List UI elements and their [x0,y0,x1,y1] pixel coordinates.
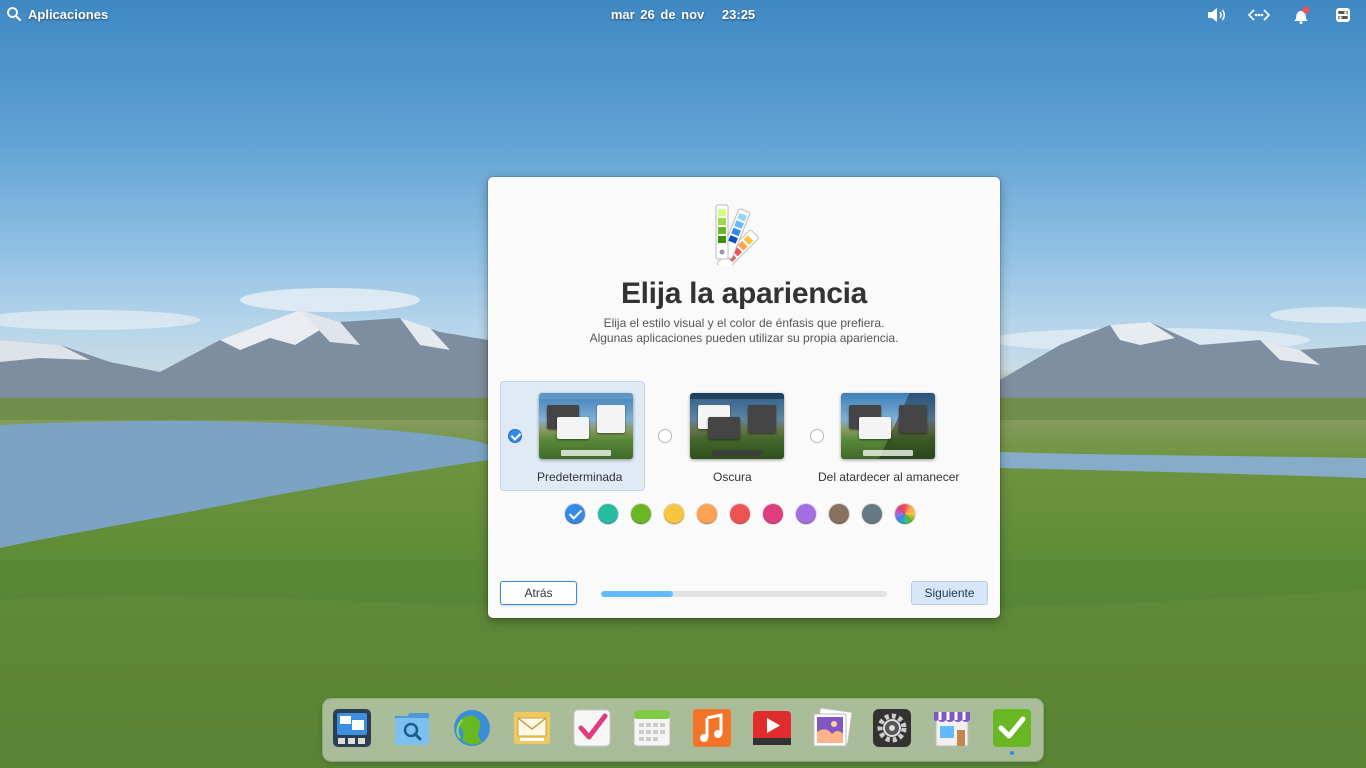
accent-color-0[interactable] [565,504,585,524]
accent-color-8[interactable] [829,504,849,524]
onboarding-progress-bar [601,591,887,597]
onboarding-icon[interactable] [992,708,1032,755]
files-icon[interactable] [392,708,432,748]
accent-color-3[interactable] [664,504,684,524]
web-browser-icon[interactable] [452,708,492,748]
session-icon[interactable] [1332,6,1354,24]
style-label-dark: Oscura [713,470,752,484]
volume-icon[interactable] [1206,6,1228,24]
accent-color-7[interactable] [796,504,816,524]
accent-color-10[interactable] [895,504,915,524]
color-palette-icon [712,201,776,272]
videos-icon[interactable] [752,708,792,748]
style-preview-default [539,393,633,459]
style-preview-dark [690,393,784,459]
datetime-indicator[interactable]: mar 26 de nov 23:25 [0,7,1366,22]
subtitle-line-1: Elija el estilo visual y el color de énf… [603,316,885,330]
accent-color-picker [565,504,915,524]
calendar-icon[interactable] [632,708,672,748]
style-preview-schedule [841,393,935,459]
accent-color-5[interactable] [730,504,750,524]
style-radio-schedule[interactable] [810,429,824,443]
back-button[interactable]: Atrás [500,581,577,605]
style-options: Predeterminada Oscura Del atardecer al a… [500,381,990,493]
accent-color-4[interactable] [697,504,717,524]
photos-icon[interactable] [812,708,852,748]
style-label-default: Predeterminada [537,470,623,484]
tasks-icon[interactable] [572,708,612,748]
style-label-schedule: Del atardecer al amanecer [818,470,960,484]
style-option-dark[interactable]: Oscura [652,381,792,491]
date-text: mar 26 de nov [610,7,705,22]
subtitle-line-2: Algunas aplicaciones pueden utilizar su … [589,331,899,345]
dock [323,699,1043,761]
accent-color-2[interactable] [631,504,651,524]
dialog-title: Elija la apariencia [620,277,868,310]
style-option-schedule[interactable]: Del atardecer al amanecer [800,381,990,491]
panel-indicators [1206,6,1354,24]
music-icon[interactable] [692,708,732,748]
progress-fill [601,591,673,597]
accent-color-9[interactable] [862,504,882,524]
multitasking-view-icon[interactable] [332,708,372,748]
mail-icon[interactable] [512,708,552,748]
appearance-dialog: Elija la apariencia Elija el estilo visu… [488,177,1000,618]
style-radio-default[interactable] [508,429,522,443]
appcenter-icon[interactable] [932,708,972,748]
notifications-icon[interactable] [1290,6,1312,24]
network-icon[interactable] [1248,6,1270,24]
dialog-subtitle: Elija el estilo visual y el color de énf… [488,316,1000,346]
top-panel: Aplicaciones mar 26 de nov 23:25 [0,0,1366,30]
running-indicator [1010,751,1014,755]
style-option-default[interactable]: Predeterminada [500,381,645,491]
accent-color-6[interactable] [763,504,783,524]
time-text: 23:25 [721,7,756,22]
style-radio-dark[interactable] [658,429,672,443]
accent-color-1[interactable] [598,504,618,524]
next-button[interactable]: Siguiente [911,581,988,605]
system-settings-icon[interactable] [872,708,912,748]
